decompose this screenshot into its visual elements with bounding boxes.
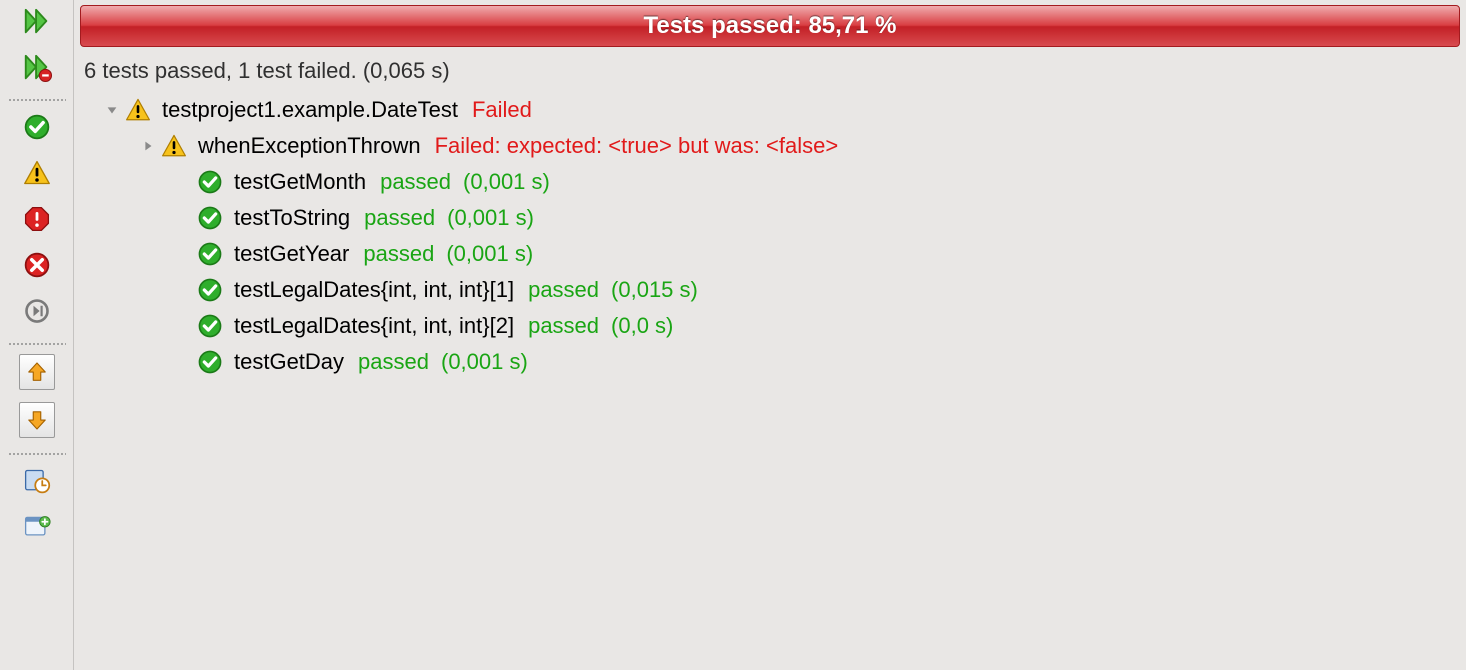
expand-toggle-icon[interactable]	[100, 103, 124, 117]
test-status: passed	[358, 349, 429, 375]
test-status: passed	[528, 313, 599, 339]
check-icon	[196, 348, 224, 376]
test-time: (0,001 s)	[446, 241, 533, 267]
test-time: (0,0 s)	[611, 313, 673, 339]
toolbar-separator	[8, 98, 66, 102]
test-status: passed	[528, 277, 599, 303]
toolbar-separator	[8, 452, 66, 456]
test-case-row[interactable]: testGetDay passed (0,001 s)	[84, 344, 1460, 380]
banner-text: Tests passed: 85,71 %	[643, 12, 896, 40]
check-icon	[196, 204, 224, 232]
test-name: whenExceptionThrown	[198, 133, 421, 159]
suite-status: Failed	[472, 97, 532, 123]
warning-icon	[160, 132, 188, 160]
rerun-failed-button[interactable]	[20, 50, 54, 84]
test-name: testGetDay	[234, 349, 344, 375]
toolbar-separator	[8, 342, 66, 346]
test-case-row[interactable]: testLegalDates{int, int, int}[1] passed (0…	[84, 272, 1460, 308]
test-case-row[interactable]: testLegalDates{int, int, int}[2] passed (0…	[84, 308, 1460, 344]
filter-passed-button[interactable]	[20, 110, 54, 144]
new-window-button[interactable]	[20, 510, 54, 544]
test-time: (0,001 s)	[463, 169, 550, 195]
test-suite-row[interactable]: testproject1.example.DateTest Failed	[84, 92, 1460, 128]
test-status: passed	[363, 241, 434, 267]
next-failure-button[interactable]	[19, 402, 55, 438]
test-status: Failed: expected: <true> but was: <false…	[435, 133, 839, 159]
check-icon	[196, 276, 224, 304]
test-results-content: 6 tests passed, 1 test failed. (0,065 s)…	[74, 50, 1466, 670]
test-name: testToString	[234, 205, 350, 231]
check-icon	[196, 312, 224, 340]
test-time: (0,001 s)	[447, 205, 534, 231]
next-button[interactable]	[20, 294, 54, 328]
test-case-row[interactable]: testToString passed (0,001 s)	[84, 200, 1460, 236]
filter-errors-button[interactable]	[20, 202, 54, 236]
test-name: testLegalDates{int, int, int}[1]	[234, 277, 514, 303]
tests-passed-banner: Tests passed: 85,71 %	[80, 5, 1460, 47]
test-name: testGetMonth	[234, 169, 366, 195]
rerun-button[interactable]	[20, 4, 54, 38]
test-case-row[interactable]: whenExceptionThrown Failed: expected: <t…	[84, 128, 1460, 164]
test-time: (0,015 s)	[611, 277, 698, 303]
test-time: (0,001 s)	[441, 349, 528, 375]
test-case-row[interactable]: testGetYear passed (0,001 s)	[84, 236, 1460, 272]
test-name: testLegalDates{int, int, int}[2]	[234, 313, 514, 339]
test-status: passed	[364, 205, 435, 231]
previous-failure-button[interactable]	[19, 354, 55, 390]
summary-line: 6 tests passed, 1 test failed. (0,065 s)	[84, 58, 1460, 84]
check-icon	[196, 240, 224, 268]
warning-icon	[124, 96, 152, 124]
test-status: passed	[380, 169, 451, 195]
test-toolbar	[0, 0, 74, 670]
test-case-row[interactable]: testGetMonth passed (0,001 s)	[84, 164, 1460, 200]
check-icon	[196, 168, 224, 196]
stop-button[interactable]	[20, 248, 54, 282]
expand-toggle-icon[interactable]	[136, 139, 160, 153]
test-name: testGetYear	[234, 241, 349, 267]
suite-name: testproject1.example.DateTest	[162, 97, 458, 123]
history-button[interactable]	[20, 464, 54, 498]
filter-warnings-button[interactable]	[20, 156, 54, 190]
